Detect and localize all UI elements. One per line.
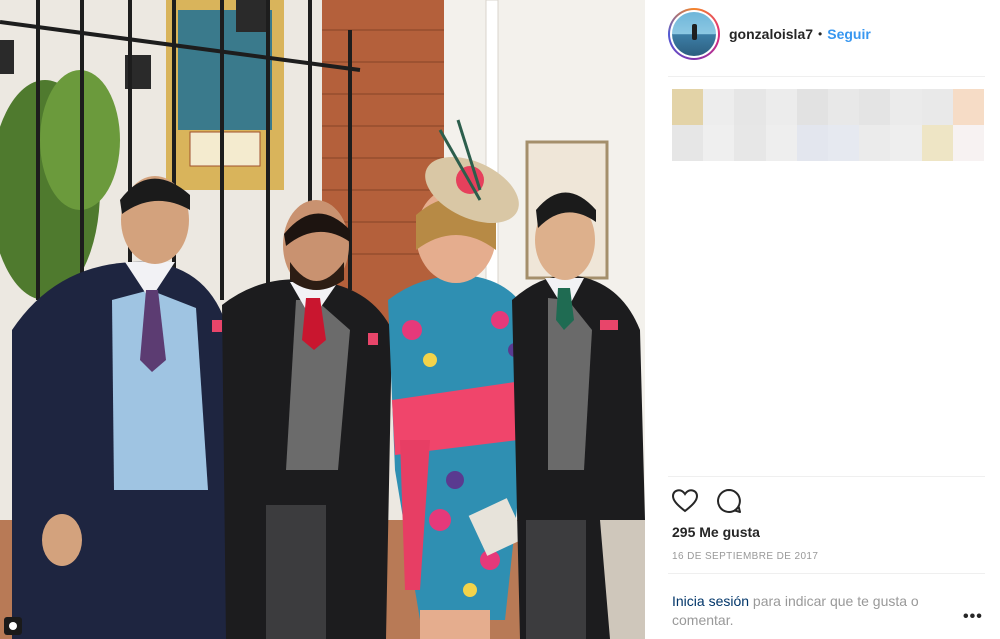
like-button[interactable] — [670, 486, 700, 516]
avatar-image — [672, 12, 716, 56]
heart-icon — [672, 489, 698, 513]
avatar[interactable] — [668, 8, 720, 60]
like-count[interactable]: 295 Me gusta — [672, 524, 760, 540]
action-bar — [670, 486, 758, 516]
header-divider — [668, 76, 985, 77]
login-link[interactable]: Inicia sesión — [672, 593, 749, 609]
photo-illustration — [0, 0, 645, 639]
comment-icon — [717, 489, 741, 513]
footer-divider — [668, 573, 985, 574]
post-header: gonzaloisla7 • Seguir — [668, 8, 988, 60]
user-tag-icon[interactable] — [4, 617, 22, 635]
follow-button[interactable]: Seguir — [827, 26, 871, 42]
comment-button[interactable] — [714, 486, 744, 516]
username-link[interactable]: gonzaloisla7 — [729, 26, 813, 42]
post-photo[interactable] — [0, 0, 645, 639]
header-separator: • — [818, 27, 823, 41]
more-options-icon[interactable]: ••• — [963, 609, 987, 625]
post-date: 16 de septiembre de 2017 — [672, 551, 819, 562]
login-prompt: Inicia sesión para indicar que te gusta … — [672, 592, 962, 630]
actions-divider — [668, 476, 985, 477]
caption-pixelated — [672, 89, 984, 161]
post-sidebar: gonzaloisla7 • Seguir 295 Me gusta 16 de… — [645, 0, 1000, 639]
